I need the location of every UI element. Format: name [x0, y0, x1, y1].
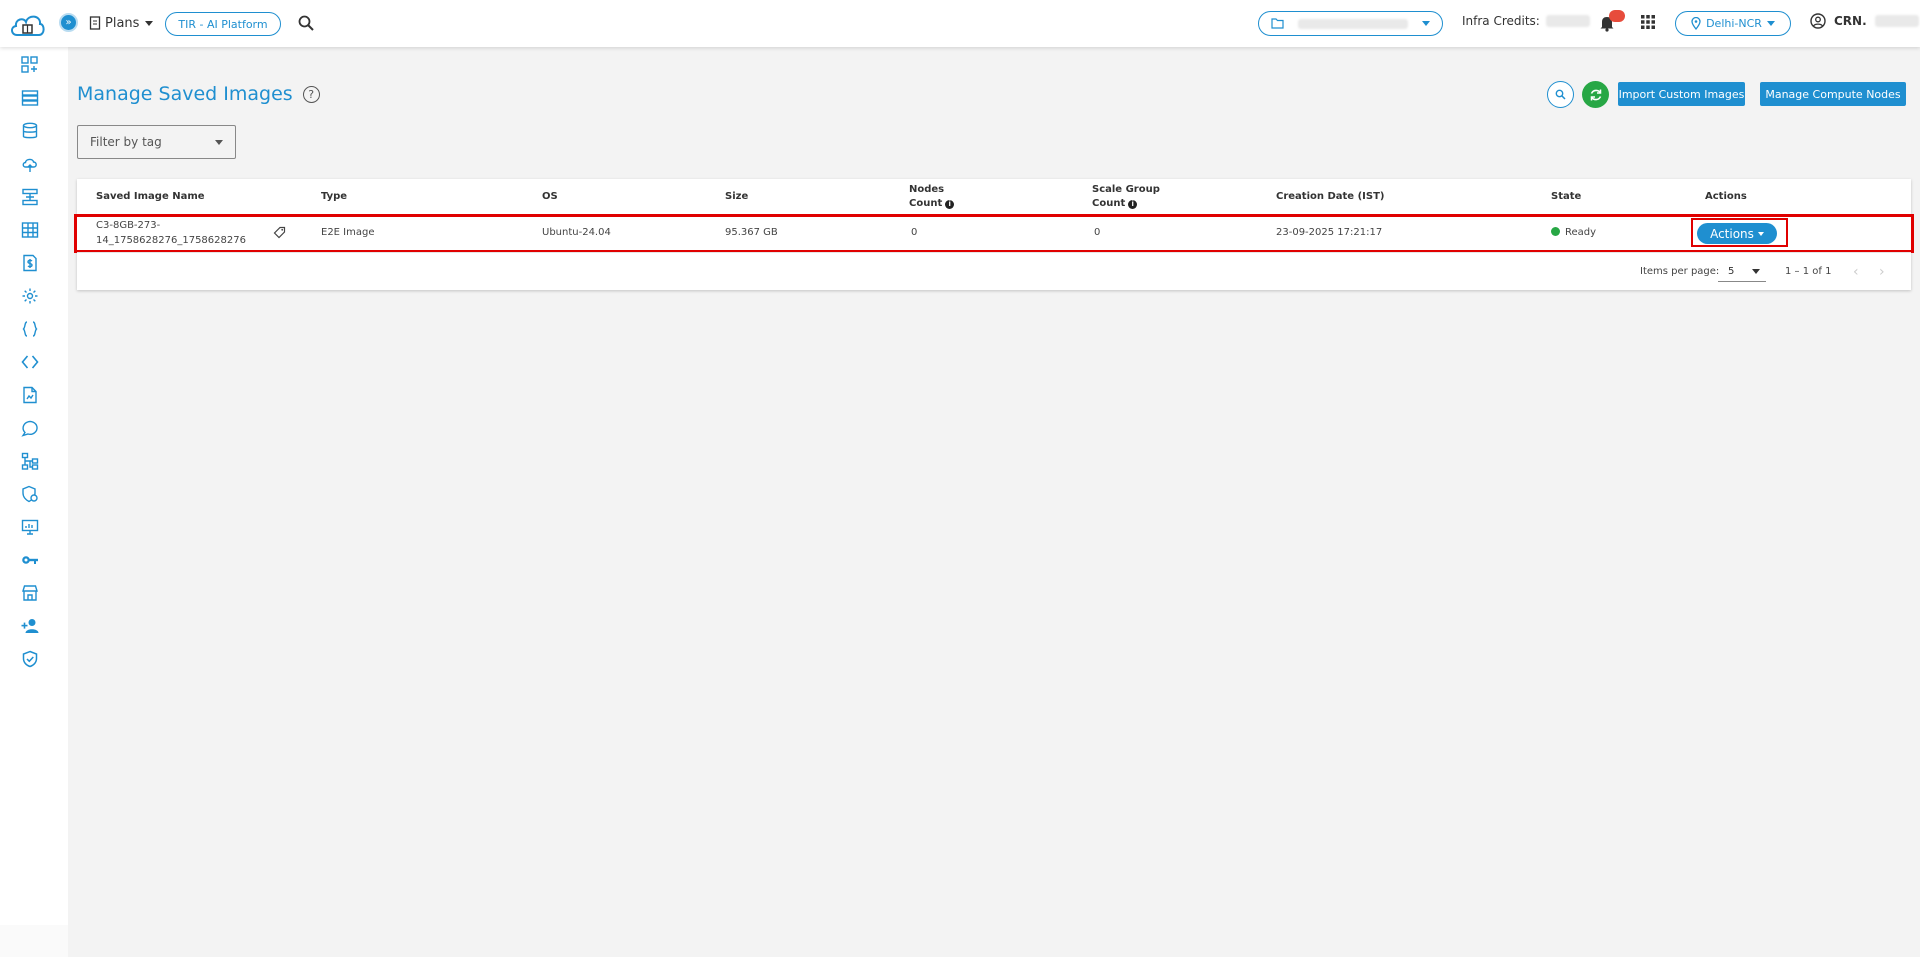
- api-braces-icon[interactable]: [20, 319, 40, 339]
- expand-sidebar-button[interactable]: »: [59, 13, 78, 32]
- actions-highlight-box: [1691, 218, 1788, 247]
- network-icon[interactable]: [20, 187, 40, 207]
- col-header-nodes-count: Nodes Count i: [909, 183, 955, 211]
- pagination-range: 1 – 1 of 1: [1785, 266, 1832, 277]
- row-divider: [77, 252, 1911, 253]
- chat-icon[interactable]: [20, 418, 40, 438]
- items-per-page-label: Items per page:: [1640, 266, 1720, 277]
- page-title: Manage Saved Images ?: [77, 83, 320, 105]
- plans-icon: [89, 16, 101, 30]
- cloud-logo-icon[interactable]: [8, 9, 46, 39]
- servers-icon[interactable]: [20, 88, 40, 108]
- chevron-down-icon: [1752, 269, 1760, 274]
- security-settings-icon[interactable]: [20, 484, 40, 504]
- document-icon[interactable]: [20, 385, 40, 405]
- chevron-down-icon: [145, 20, 154, 26]
- account-menu[interactable]: CRN.: [1810, 13, 1919, 29]
- chevron-down-icon: [1766, 21, 1775, 26]
- col-header-name: Saved Image Name: [96, 191, 205, 202]
- search-icon[interactable]: [297, 14, 315, 32]
- import-custom-images-button[interactable]: Import Custom Images: [1618, 82, 1745, 106]
- page-title-text: Manage Saved Images: [77, 83, 293, 105]
- infra-credits: Infra Credits:: [1462, 14, 1590, 28]
- crn-label: CRN.: [1834, 14, 1867, 28]
- project-name-redacted: [1298, 18, 1408, 29]
- col-header-os: OS: [542, 191, 558, 202]
- chevron-down-icon: [1422, 21, 1430, 26]
- search-icon: [1555, 89, 1566, 100]
- region-selector[interactable]: Delhi-NCR: [1675, 11, 1791, 36]
- settings-gear-icon[interactable]: [20, 286, 40, 306]
- col-header-scale-group-count: Scale Group Count i: [1092, 183, 1160, 211]
- col-header-creation-date: Creation Date (IST): [1276, 191, 1385, 202]
- infra-credits-value-redacted: [1545, 15, 1590, 27]
- platform-switch-button[interactable]: TIR - AI Platform: [165, 12, 281, 36]
- manage-compute-nodes-button[interactable]: Manage Compute Nodes: [1760, 82, 1906, 106]
- col-header-actions: Actions: [1705, 191, 1747, 202]
- col-header-state: State: [1551, 191, 1582, 202]
- col-header-scale-line2: Count: [1092, 198, 1126, 209]
- user-circle-icon: [1810, 13, 1826, 29]
- plans-menu[interactable]: Plans: [89, 13, 154, 33]
- filter-by-tag-select[interactable]: Filter by tag: [77, 125, 236, 159]
- plans-label: Plans: [105, 15, 140, 31]
- refresh-icon: [1590, 89, 1601, 100]
- apps-grid-icon[interactable]: [1641, 15, 1655, 29]
- cloud-upload-icon[interactable]: [20, 154, 40, 174]
- project-selector[interactable]: [1258, 11, 1443, 36]
- previous-page-button[interactable]: ‹: [1853, 264, 1859, 280]
- code-icon[interactable]: [20, 352, 40, 372]
- folder-icon: [1271, 18, 1284, 29]
- help-icon[interactable]: ?: [302, 85, 320, 103]
- refresh-button[interactable]: [1582, 81, 1609, 108]
- col-header-type: Type: [321, 191, 348, 202]
- items-per-page-value: 5: [1728, 266, 1735, 277]
- saved-images-table: Saved Image Name Type OS Size Nodes Coun…: [74, 179, 1914, 290]
- sidebar-footer: [0, 925, 68, 957]
- dashboard-add-icon[interactable]: [20, 55, 40, 75]
- chevron-down-icon: [215, 139, 223, 145]
- sidebar: [0, 47, 68, 957]
- database-icon[interactable]: [20, 121, 40, 141]
- col-header-nodes-line2: Count: [909, 198, 943, 209]
- billing-icon[interactable]: [20, 253, 40, 273]
- items-per-page-select[interactable]: 5: [1718, 262, 1766, 282]
- notification-badge: [1609, 10, 1625, 22]
- col-header-scale-line1: Scale Group: [1092, 184, 1160, 195]
- storage-grid-icon[interactable]: [20, 220, 40, 240]
- region-label: Delhi-NCR: [1706, 17, 1762, 30]
- info-icon[interactable]: i: [945, 199, 955, 209]
- shield-check-icon[interactable]: [20, 649, 40, 669]
- infra-credits-label: Infra Credits:: [1462, 14, 1540, 28]
- next-page-button[interactable]: ›: [1879, 264, 1885, 280]
- info-icon[interactable]: i: [1128, 199, 1138, 209]
- row-highlight-box: [74, 214, 1914, 253]
- col-header-nodes-line1: Nodes: [909, 184, 945, 195]
- monitor-icon[interactable]: [20, 517, 40, 537]
- search-button[interactable]: [1547, 81, 1574, 108]
- top-bar: » Plans TIR - AI Platform Infra Credits:…: [0, 0, 1920, 47]
- filter-placeholder: Filter by tag: [90, 135, 162, 149]
- location-pin-icon: [1691, 17, 1701, 30]
- crn-value-redacted: [1874, 15, 1919, 27]
- marketplace-icon[interactable]: [20, 583, 40, 603]
- add-user-icon[interactable]: [20, 616, 40, 636]
- col-header-size: Size: [725, 191, 749, 202]
- key-icon[interactable]: [20, 550, 40, 570]
- tree-structure-icon[interactable]: [20, 451, 40, 471]
